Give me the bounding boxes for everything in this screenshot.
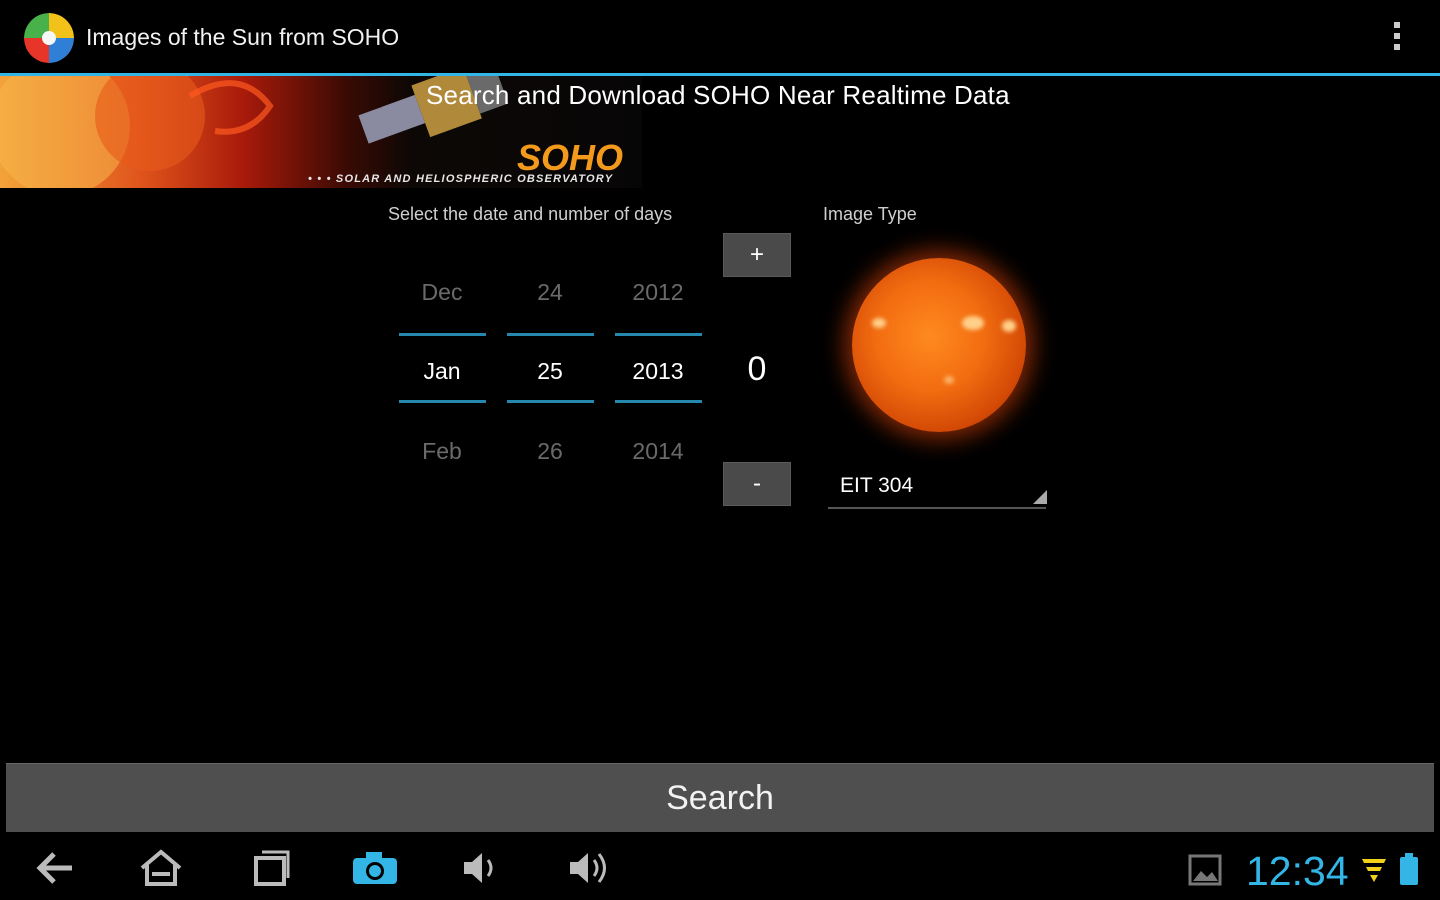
spinner-dropdown-icon[interactable] bbox=[1033, 490, 1047, 504]
month-divider-bottom bbox=[399, 400, 486, 403]
decrement-days-button[interactable]: - bbox=[723, 462, 791, 506]
image-type-label: Image Type bbox=[823, 204, 917, 224]
year-prev[interactable]: 2012 bbox=[615, 279, 701, 306]
status-clock: 12:34 bbox=[1246, 848, 1349, 894]
month-divider-top bbox=[399, 333, 486, 336]
year-divider-bottom bbox=[615, 400, 702, 403]
year-next[interactable]: 2014 bbox=[615, 438, 701, 465]
increment-days-button[interactable]: + bbox=[723, 233, 791, 277]
image-type-selected[interactable]: EIT 304 bbox=[840, 474, 913, 498]
battery-icon bbox=[1398, 853, 1420, 890]
search-button[interactable]: Search bbox=[6, 763, 1434, 832]
app-title: Images of the Sun from SOHO bbox=[86, 24, 400, 50]
soho-logo-subtitle: • • • SOLAR AND HELIOSPHERIC OBSERVATORY bbox=[308, 173, 614, 185]
year-divider-top bbox=[615, 333, 702, 336]
date-section-label: Select the date and number of days bbox=[388, 204, 673, 224]
volume-up-icon[interactable] bbox=[566, 848, 612, 893]
day-next[interactable]: 26 bbox=[507, 438, 593, 465]
camera-icon[interactable] bbox=[350, 848, 400, 893]
recent-apps-icon[interactable] bbox=[248, 848, 290, 893]
month-current[interactable]: Jan bbox=[399, 358, 485, 385]
back-icon[interactable] bbox=[34, 848, 76, 893]
day-current[interactable]: 25 bbox=[507, 358, 593, 385]
banner-heading: Search and Download SOHO Near Realtime D… bbox=[426, 80, 1010, 110]
gallery-notification-icon[interactable] bbox=[1188, 854, 1222, 891]
overflow-menu-icon[interactable] bbox=[1388, 22, 1406, 56]
home-icon[interactable] bbox=[138, 848, 184, 893]
month-prev[interactable]: Dec bbox=[399, 279, 485, 306]
wifi-icon bbox=[1360, 855, 1388, 888]
app-logo-icon[interactable] bbox=[24, 13, 74, 63]
days-count: 0 bbox=[747, 350, 767, 388]
day-divider-top bbox=[507, 333, 594, 336]
system-navigation-bar bbox=[0, 838, 1440, 900]
month-next[interactable]: Feb bbox=[399, 438, 485, 465]
sun-preview-image bbox=[852, 258, 1026, 432]
day-divider-bottom bbox=[507, 400, 594, 403]
year-current[interactable]: 2013 bbox=[615, 358, 701, 385]
day-prev[interactable]: 24 bbox=[507, 279, 593, 306]
volume-down-icon[interactable] bbox=[460, 848, 500, 893]
